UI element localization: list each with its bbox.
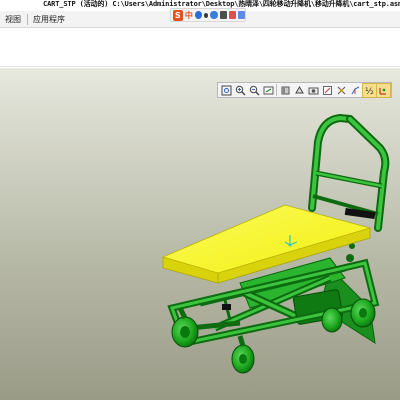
- wheel-rear-left: [350, 298, 376, 328]
- tab-divider: [27, 14, 28, 25]
- ime-mode-label[interactable]: 中: [185, 10, 193, 21]
- tab-applications[interactable]: 应用程序: [30, 14, 68, 25]
- sogou-logo-icon[interactable]: S: [173, 9, 183, 21]
- grid-icon[interactable]: [237, 11, 245, 19]
- keyboard-icon[interactable]: [219, 11, 227, 19]
- tab-view[interactable]: 视图: [2, 14, 24, 25]
- shirt-icon[interactable]: [228, 11, 236, 19]
- ime-toolbar[interactable]: S 中: [170, 8, 246, 22]
- wheel-rear-right: [321, 307, 343, 333]
- wheel-front-right: [231, 335, 255, 374]
- handle: [308, 113, 390, 232]
- mic-icon[interactable]: [210, 11, 218, 19]
- cart-model[interactable]: [0, 68, 400, 400]
- dot-icon[interactable]: [203, 12, 209, 18]
- ribbon-area: [0, 29, 400, 67]
- graphics-viewport[interactable]: ½: [0, 68, 400, 400]
- moon-icon[interactable]: [194, 11, 202, 19]
